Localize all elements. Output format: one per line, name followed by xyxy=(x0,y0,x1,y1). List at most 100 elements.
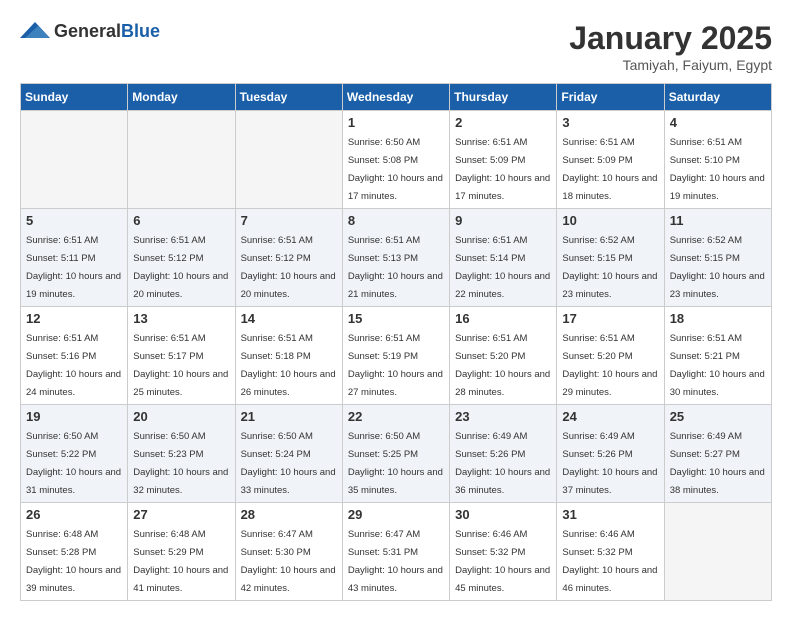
day-info: Sunrise: 6:51 AMSunset: 5:12 PMDaylight:… xyxy=(133,235,228,300)
calendar-day-cell: 8 Sunrise: 6:51 AMSunset: 5:13 PMDaylight… xyxy=(342,209,449,307)
calendar-day-cell: 21 Sunrise: 6:50 AMSunset: 5:24 PMDayligh… xyxy=(235,405,342,503)
logo-text: GeneralBlue xyxy=(54,21,160,42)
calendar-day-cell xyxy=(235,111,342,209)
calendar-week-row: 19 Sunrise: 6:50 AMSunset: 5:22 PMDayligh… xyxy=(21,405,772,503)
calendar-week-row: 1 Sunrise: 6:50 AMSunset: 5:08 PMDaylight… xyxy=(21,111,772,209)
day-info: Sunrise: 6:48 AMSunset: 5:28 PMDaylight:… xyxy=(26,529,121,594)
logo-general: General xyxy=(54,21,121,41)
day-number: 2 xyxy=(455,115,551,130)
day-info: Sunrise: 6:51 AMSunset: 5:10 PMDaylight:… xyxy=(670,137,765,202)
calendar-day-cell: 14 Sunrise: 6:51 AMSunset: 5:18 PMDayligh… xyxy=(235,307,342,405)
day-number: 5 xyxy=(26,213,122,228)
calendar-day-cell: 30 Sunrise: 6:46 AMSunset: 5:32 PMDayligh… xyxy=(450,503,557,601)
header: GeneralBlue January 2025 Tamiyah, Faiyum… xyxy=(20,20,772,73)
weekday-header: Tuesday xyxy=(235,84,342,111)
day-info: Sunrise: 6:50 AMSunset: 5:25 PMDaylight:… xyxy=(348,431,443,496)
day-number: 6 xyxy=(133,213,229,228)
day-number: 23 xyxy=(455,409,551,424)
weekday-header: Thursday xyxy=(450,84,557,111)
day-number: 21 xyxy=(241,409,337,424)
calendar-day-cell: 20Sunrise: 6:50 AMSunset: 5:23 PMDayligh… xyxy=(128,405,235,503)
day-number: 30 xyxy=(455,507,551,522)
day-number: 3 xyxy=(562,115,658,130)
day-info: Sunrise: 6:50 AMSunset: 5:08 PMDaylight:… xyxy=(348,137,443,202)
weekday-header: Wednesday xyxy=(342,84,449,111)
day-info: Sunrise: 6:51 AMSunset: 5:09 PMDaylight:… xyxy=(562,137,657,202)
calendar-day-cell: 31 Sunrise: 6:46 AMSunset: 5:32 PMDayligh… xyxy=(557,503,664,601)
calendar-day-cell: 13Sunrise: 6:51 AMSunset: 5:17 PMDayligh… xyxy=(128,307,235,405)
day-number: 12 xyxy=(26,311,122,326)
day-number: 18 xyxy=(670,311,766,326)
calendar-week-row: 5 Sunrise: 6:51 AMSunset: 5:11 PMDaylight… xyxy=(21,209,772,307)
calendar-day-cell: 29 Sunrise: 6:47 AMSunset: 5:31 PMDayligh… xyxy=(342,503,449,601)
day-info: Sunrise: 6:50 AMSunset: 5:22 PMDaylight:… xyxy=(26,431,121,496)
calendar-day-cell: 19 Sunrise: 6:50 AMSunset: 5:22 PMDayligh… xyxy=(21,405,128,503)
day-number: 22 xyxy=(348,409,444,424)
calendar-day-cell: 2 Sunrise: 6:51 AMSunset: 5:09 PMDaylight… xyxy=(450,111,557,209)
calendar-day-cell xyxy=(664,503,771,601)
day-info: Sunrise: 6:51 AMSunset: 5:13 PMDaylight:… xyxy=(348,235,443,300)
title-section: January 2025 Tamiyah, Faiyum, Egypt xyxy=(569,20,772,73)
day-number: 31 xyxy=(562,507,658,522)
day-info: Sunrise: 6:47 AMSunset: 5:31 PMDaylight:… xyxy=(348,529,443,594)
day-info: Sunrise: 6:51 AMSunset: 5:12 PMDaylight:… xyxy=(241,235,336,300)
calendar-day-cell: 17Sunrise: 6:51 AMSunset: 5:20 PMDayligh… xyxy=(557,307,664,405)
calendar-day-cell: 24Sunrise: 6:49 AMSunset: 5:26 PMDayligh… xyxy=(557,405,664,503)
day-number: 14 xyxy=(241,311,337,326)
day-number: 29 xyxy=(348,507,444,522)
day-number: 10 xyxy=(562,213,658,228)
day-info: Sunrise: 6:49 AMSunset: 5:27 PMDaylight:… xyxy=(670,431,765,496)
calendar-day-cell: 23 Sunrise: 6:49 AMSunset: 5:26 PMDayligh… xyxy=(450,405,557,503)
day-info: Sunrise: 6:48 AMSunset: 5:29 PMDaylight:… xyxy=(133,529,228,594)
calendar-week-row: 26Sunrise: 6:48 AMSunset: 5:28 PMDayligh… xyxy=(21,503,772,601)
day-number: 27 xyxy=(133,507,229,522)
day-info: Sunrise: 6:51 AMSunset: 5:14 PMDaylight:… xyxy=(455,235,550,300)
day-info: Sunrise: 6:51 AMSunset: 5:20 PMDaylight:… xyxy=(455,333,550,398)
day-info: Sunrise: 6:51 AMSunset: 5:11 PMDaylight:… xyxy=(26,235,121,300)
day-info: Sunrise: 6:46 AMSunset: 5:32 PMDaylight:… xyxy=(455,529,550,594)
day-info: Sunrise: 6:51 AMSunset: 5:17 PMDaylight:… xyxy=(133,333,228,398)
day-info: Sunrise: 6:51 AMSunset: 5:18 PMDaylight:… xyxy=(241,333,336,398)
weekday-header: Sunday xyxy=(21,84,128,111)
calendar-day-cell: 18 Sunrise: 6:51 AMSunset: 5:21 PMDayligh… xyxy=(664,307,771,405)
day-number: 7 xyxy=(241,213,337,228)
calendar-day-cell: 7 Sunrise: 6:51 AMSunset: 5:12 PMDaylight… xyxy=(235,209,342,307)
calendar-day-cell: 3 Sunrise: 6:51 AMSunset: 5:09 PMDaylight… xyxy=(557,111,664,209)
calendar-day-cell: 6 Sunrise: 6:51 AMSunset: 5:12 PMDaylight… xyxy=(128,209,235,307)
day-info: Sunrise: 6:47 AMSunset: 5:30 PMDaylight:… xyxy=(241,529,336,594)
day-number: 1 xyxy=(348,115,444,130)
day-info: Sunrise: 6:51 AMSunset: 5:19 PMDaylight:… xyxy=(348,333,443,398)
day-info: Sunrise: 6:46 AMSunset: 5:32 PMDaylight:… xyxy=(562,529,657,594)
calendar-day-cell: 1 Sunrise: 6:50 AMSunset: 5:08 PMDaylight… xyxy=(342,111,449,209)
day-info: Sunrise: 6:50 AMSunset: 5:23 PMDaylight:… xyxy=(133,431,228,496)
day-info: Sunrise: 6:49 AMSunset: 5:26 PMDaylight:… xyxy=(455,431,550,496)
day-number: 24 xyxy=(562,409,658,424)
day-number: 11 xyxy=(670,213,766,228)
calendar-day-cell: 11 Sunrise: 6:52 AMSunset: 5:15 PMDayligh… xyxy=(664,209,771,307)
day-info: Sunrise: 6:51 AMSunset: 5:21 PMDaylight:… xyxy=(670,333,765,398)
day-number: 9 xyxy=(455,213,551,228)
day-number: 16 xyxy=(455,311,551,326)
day-info: Sunrise: 6:52 AMSunset: 5:15 PMDaylight:… xyxy=(562,235,657,300)
day-info: Sunrise: 6:51 AMSunset: 5:09 PMDaylight:… xyxy=(455,137,550,202)
day-number: 17 xyxy=(562,311,658,326)
calendar-day-cell: 25 Sunrise: 6:49 AMSunset: 5:27 PMDayligh… xyxy=(664,405,771,503)
calendar-day-cell: 26Sunrise: 6:48 AMSunset: 5:28 PMDayligh… xyxy=(21,503,128,601)
day-number: 25 xyxy=(670,409,766,424)
day-info: Sunrise: 6:50 AMSunset: 5:24 PMDaylight:… xyxy=(241,431,336,496)
calendar-day-cell xyxy=(21,111,128,209)
calendar-day-cell: 10 Sunrise: 6:52 AMSunset: 5:15 PMDayligh… xyxy=(557,209,664,307)
day-number: 15 xyxy=(348,311,444,326)
calendar-subtitle: Tamiyah, Faiyum, Egypt xyxy=(569,57,772,73)
day-number: 8 xyxy=(348,213,444,228)
weekday-header: Friday xyxy=(557,84,664,111)
logo: GeneralBlue xyxy=(20,20,160,42)
weekday-header: Monday xyxy=(128,84,235,111)
calendar-day-cell: 22 Sunrise: 6:50 AMSunset: 5:25 PMDayligh… xyxy=(342,405,449,503)
calendar-table: SundayMondayTuesdayWednesdayThursdayFrid… xyxy=(20,83,772,601)
day-number: 19 xyxy=(26,409,122,424)
calendar-day-cell: 16 Sunrise: 6:51 AMSunset: 5:20 PMDayligh… xyxy=(450,307,557,405)
day-number: 28 xyxy=(241,507,337,522)
day-info: Sunrise: 6:52 AMSunset: 5:15 PMDaylight:… xyxy=(670,235,765,300)
weekday-header-row: SundayMondayTuesdayWednesdayThursdayFrid… xyxy=(21,84,772,111)
